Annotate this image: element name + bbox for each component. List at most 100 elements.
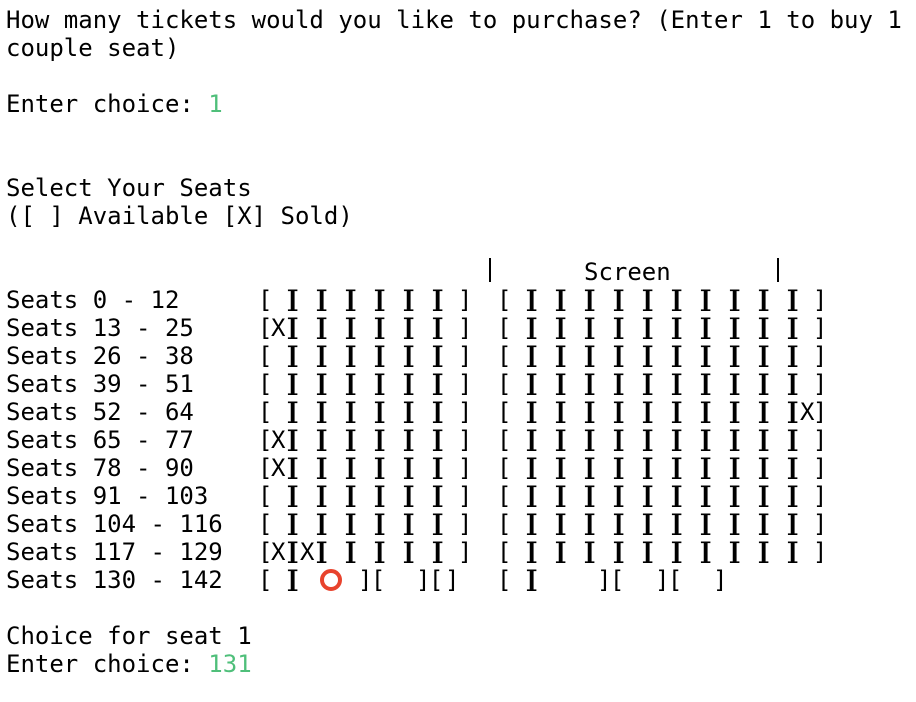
seat[interactable]: [ ]: [787, 454, 827, 482]
seat[interactable]: [ ]: [555, 314, 595, 342]
seat[interactable]: [ ]: [671, 370, 711, 398]
seat[interactable]: [ ]: [345, 398, 385, 426]
seat[interactable]: [ ]: [287, 398, 327, 426]
seat[interactable]: [ ]: [526, 538, 566, 566]
seat[interactable]: [ ]: [584, 398, 624, 426]
seat[interactable]: [X]: [258, 314, 298, 342]
seat[interactable]: [ ]: [258, 510, 298, 538]
seat[interactable]: [ ]: [787, 370, 827, 398]
seat[interactable]: [ ]: [584, 510, 624, 538]
terminal-window[interactable]: How many tickets would you like to purch…: [0, 0, 916, 702]
seat[interactable]: [ ]: [374, 426, 414, 454]
seat[interactable]: [ ]: [671, 398, 711, 426]
seat[interactable]: [ ]: [700, 454, 740, 482]
seat[interactable]: [ ]: [700, 538, 740, 566]
seat[interactable]: [ ]: [729, 538, 769, 566]
seat[interactable]: [ ]: [403, 510, 443, 538]
seat[interactable]: [ ]: [555, 370, 595, 398]
seat[interactable]: [ ]: [526, 286, 566, 314]
seat[interactable]: [ ]: [700, 426, 740, 454]
seat[interactable]: [ ]: [642, 482, 682, 510]
seat[interactable]: [ ]: [258, 482, 298, 510]
seat[interactable]: [ ]: [729, 510, 769, 538]
seat[interactable]: [ ]: [432, 342, 472, 370]
seat[interactable]: [ ]: [584, 314, 624, 342]
seat[interactable]: [ ]: [345, 454, 385, 482]
seat[interactable]: [ ]: [729, 342, 769, 370]
seat[interactable]: [ ]: [345, 510, 385, 538]
seat[interactable]: [ ]: [758, 314, 798, 342]
seat[interactable]: [ ]: [700, 342, 740, 370]
seat[interactable]: [ ]: [700, 370, 740, 398]
seat[interactable]: [ ]: [555, 510, 595, 538]
seat[interactable]: [ ]: [758, 538, 798, 566]
seat[interactable]: [ ]: [497, 370, 537, 398]
seat[interactable]: [ ]: [729, 454, 769, 482]
seat[interactable]: [ ]: [258, 370, 298, 398]
seat[interactable]: [ ]: [403, 370, 443, 398]
seat[interactable]: [ ]: [555, 482, 595, 510]
seat[interactable]: [ ]: [316, 538, 356, 566]
seat[interactable]: [ ]: [345, 314, 385, 342]
seat[interactable]: [ ]: [526, 398, 566, 426]
seat[interactable]: [ ]: [584, 454, 624, 482]
seat[interactable]: [ ]: [642, 454, 682, 482]
seat[interactable]: [ ]: [374, 510, 414, 538]
seat[interactable]: ]: [700, 566, 729, 594]
seat[interactable]: [ ]: [287, 454, 327, 482]
seat[interactable]: [ ]: [613, 398, 653, 426]
seat[interactable]: [ ]: [700, 314, 740, 342]
seat[interactable]: [ ]: [758, 398, 798, 426]
seat[interactable]: [ ]: [403, 426, 443, 454]
seat[interactable]: [ ]: [729, 370, 769, 398]
seat[interactable]: [ ]: [787, 314, 827, 342]
seat[interactable]: [ ]: [787, 426, 827, 454]
seat[interactable]: [ ]: [316, 314, 356, 342]
seat[interactable]: [ ]: [432, 370, 472, 398]
seat[interactable]: [ ]: [345, 538, 385, 566]
seat[interactable]: [ ]: [642, 510, 682, 538]
seat[interactable]: [ ]: [432, 538, 472, 566]
seat[interactable]: [ ]: [555, 286, 595, 314]
seat[interactable]: [ ]: [526, 482, 566, 510]
seat[interactable]: [ ]: [316, 398, 356, 426]
seat[interactable]: [ ]: [729, 314, 769, 342]
seat[interactable]: [ ]: [403, 342, 443, 370]
seat[interactable]: [ ]: [642, 286, 682, 314]
seat[interactable]: [ ]: [700, 482, 740, 510]
seat[interactable]: [ ]: [403, 538, 443, 566]
seat[interactable]: [ ]: [345, 482, 385, 510]
seat[interactable]: [ ]: [555, 538, 595, 566]
seat[interactable]: [ ]: [258, 286, 298, 314]
seat[interactable]: [ ]: [345, 342, 385, 370]
seat[interactable]: [ ]: [374, 286, 414, 314]
seat[interactable]: [ ]: [613, 482, 653, 510]
seat[interactable]: [ ]: [432, 510, 472, 538]
seat[interactable]: [ ]: [555, 342, 595, 370]
seat[interactable]: [ ]: [526, 426, 566, 454]
seat[interactable]: [ ]: [374, 398, 414, 426]
seat[interactable]: [ ]: [758, 370, 798, 398]
seat[interactable]: [ ]: [374, 314, 414, 342]
seat[interactable]: [ ]: [258, 566, 298, 594]
seat[interactable]: [ ]: [497, 454, 537, 482]
seat[interactable]: [ ]: [584, 426, 624, 454]
seat[interactable]: [X]: [258, 538, 298, 566]
seat[interactable]: [ ]: [403, 482, 443, 510]
seat[interactable]: [ ]: [671, 426, 711, 454]
seat[interactable]: [ ]: [432, 482, 472, 510]
seat[interactable]: [ ]: [497, 426, 537, 454]
seat[interactable]: [ ]: [613, 342, 653, 370]
seat[interactable]: [ ]: [584, 342, 624, 370]
seat[interactable]: [ ]: [316, 482, 356, 510]
seat[interactable]: [ ]: [497, 538, 537, 566]
seat[interactable]: [ ]: [316, 426, 356, 454]
seat[interactable]: [ ]: [497, 286, 537, 314]
seat[interactable]: [ ]: [287, 286, 327, 314]
seat[interactable]: [ ]: [671, 482, 711, 510]
seat[interactable]: [ ]: [555, 398, 595, 426]
seat[interactable]: [ ]: [526, 510, 566, 538]
seat[interactable]: [ ]: [526, 454, 566, 482]
seat[interactable]: [ ]: [729, 398, 769, 426]
seat[interactable]: [ ]: [345, 286, 385, 314]
